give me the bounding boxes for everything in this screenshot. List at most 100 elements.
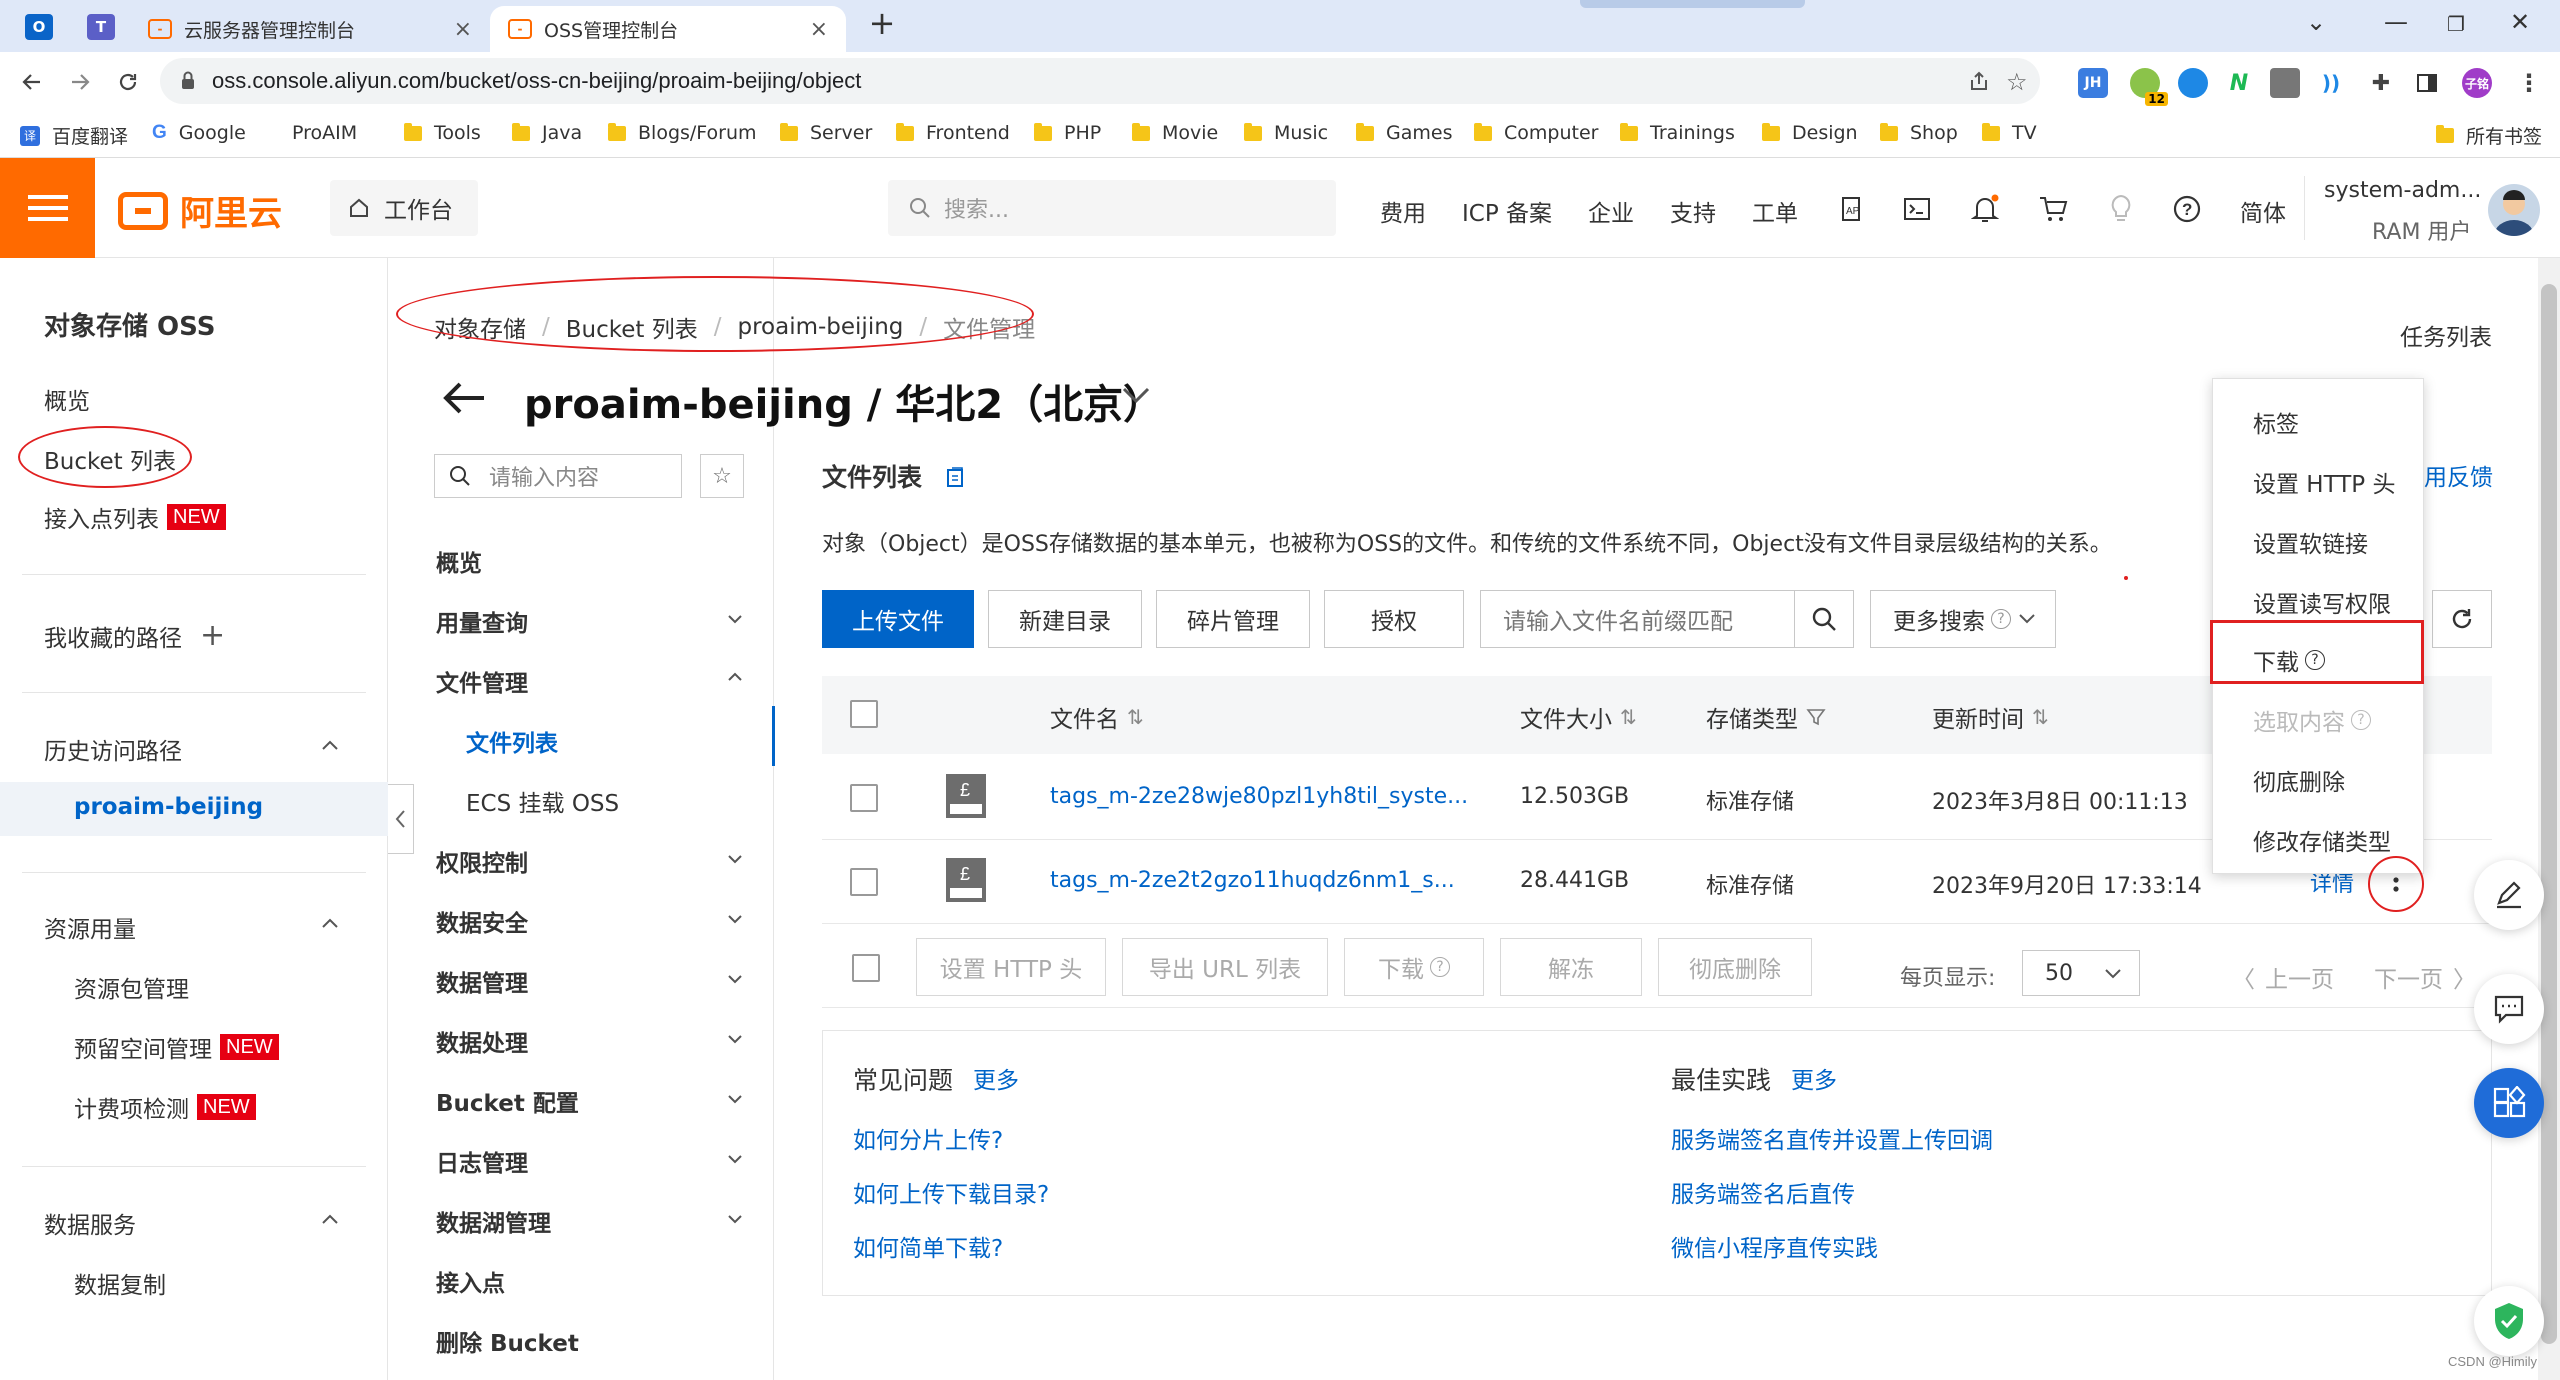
bookmark-folder-trainings[interactable]: Trainings — [1620, 122, 1735, 144]
search-button[interactable] — [1794, 590, 1854, 648]
chevron-down-icon[interactable] — [724, 848, 746, 870]
bookmark-folder-computer[interactable]: Computer — [1474, 122, 1598, 144]
file-name-link[interactable]: tags_m-2ze28wje80pzl1yh8til_syste... — [1050, 784, 1468, 809]
close-icon[interactable]: × — [810, 17, 828, 42]
col-storage-type[interactable]: 存储类型 — [1706, 700, 1826, 734]
cart-icon[interactable] — [2036, 192, 2070, 226]
nav-bucket-config[interactable]: Bucket 配置 — [436, 1084, 579, 1118]
notification-bell-icon[interactable] — [1968, 192, 2002, 226]
sidebar-item-reserved-space[interactable]: 预留空间管理 NEW — [74, 1030, 279, 1064]
bookmark-folder-movie[interactable]: Movie — [1132, 122, 1218, 144]
nav-data-security[interactable]: 数据安全 — [436, 904, 528, 938]
nav-support[interactable]: 支持 — [1670, 194, 1716, 228]
wifi-extension-icon[interactable]: )) — [2316, 68, 2346, 98]
scrollbar-thumb[interactable] — [2541, 284, 2557, 1344]
row-checkbox[interactable] — [850, 784, 878, 812]
bookmark-folder-music[interactable]: Music — [1244, 122, 1328, 144]
batch-delete-button[interactable]: 彻底删除 — [1658, 938, 1812, 996]
chevron-down-icon[interactable] — [724, 1088, 746, 1110]
share-icon[interactable] — [1968, 70, 1990, 92]
sidebar-item-billing-check[interactable]: 计费项检测 NEW — [74, 1090, 256, 1124]
authorize-button[interactable]: 授权 — [1324, 590, 1464, 648]
chevron-down-icon[interactable] — [724, 968, 746, 990]
chevron-up-icon[interactable] — [318, 734, 342, 758]
bookmark-folder-design[interactable]: Design — [1762, 122, 1858, 144]
tab-search-chevron-icon[interactable]: ⌄ — [2296, 8, 2336, 36]
api-icon[interactable]: AP — [1834, 192, 1868, 226]
profile-avatar[interactable]: 子铭 — [2462, 68, 2492, 98]
chevron-up-icon[interactable] — [724, 666, 746, 688]
sidebar-group-data-service[interactable]: 数据服务 — [44, 1206, 136, 1240]
col-filesize[interactable]: 文件大小 ⇅ — [1520, 700, 1637, 734]
sidebar-item-favorites[interactable]: 我收藏的路径 + — [44, 618, 225, 653]
sidepanel-icon[interactable] — [2412, 68, 2442, 98]
nav-ticket[interactable]: 工单 — [1752, 194, 1798, 228]
outlook-app-icon[interactable]: O — [22, 10, 56, 44]
prev-page-button[interactable]: 〈上一页 — [2232, 960, 2334, 994]
feedback-link[interactable]: 用反馈 — [2424, 458, 2493, 492]
forward-button[interactable] — [62, 64, 98, 100]
sort-icon[interactable]: ⇅ — [1620, 705, 1637, 729]
nav-icp[interactable]: ICP 备案 — [1462, 194, 1552, 228]
console-search-input[interactable]: 搜索... — [888, 180, 1336, 236]
sidebar-item-resource-pkg[interactable]: 资源包管理 — [74, 970, 189, 1004]
more-menu-icon[interactable]: ⋮ — [2514, 68, 2544, 98]
chevron-down-icon[interactable] — [724, 908, 746, 930]
terminal-icon[interactable] — [1900, 192, 1934, 226]
security-float-button[interactable] — [2474, 1286, 2544, 1356]
chevron-down-icon[interactable] — [724, 1208, 746, 1230]
sidebar-item-access-points[interactable]: 接入点列表 NEW — [44, 500, 226, 534]
per-page-select[interactable]: 50 — [2022, 950, 2140, 996]
minimize-button[interactable]: — — [2376, 8, 2416, 36]
reload-button[interactable] — [110, 64, 146, 100]
refresh-button[interactable] — [2432, 590, 2492, 648]
batch-http-header-button[interactable]: 设置 HTTP 头 — [916, 938, 1106, 996]
sidebar-item-overview[interactable]: 概览 — [44, 382, 90, 416]
upload-file-button[interactable]: 上传文件 — [822, 590, 974, 648]
bookmark-folder-blogs[interactable]: Blogs/Forum — [608, 122, 757, 144]
sort-icon[interactable]: ⇅ — [1127, 705, 1144, 729]
new-tab-button[interactable]: + — [862, 4, 902, 42]
task-list-link[interactable]: 任务列表 — [2400, 318, 2492, 352]
bookmark-folder-tools[interactable]: Tools — [404, 122, 481, 144]
faq-link[interactable]: 如何分片上传? — [853, 1121, 1003, 1155]
restore-button[interactable]: ❐ — [2436, 12, 2476, 36]
sidebar-group-resource-usage[interactable]: 资源用量 — [44, 910, 136, 944]
omnibox[interactable]: oss.console.aliyun.com/bucket/oss-cn-bei… — [160, 58, 2040, 104]
faq-link[interactable]: 如何简单下载? — [853, 1229, 1003, 1263]
best-practice-link[interactable]: 服务端签名后直传 — [1671, 1175, 1855, 1209]
breadcrumb-oss[interactable]: 对象存储 — [434, 310, 526, 344]
next-page-button[interactable]: 下一页〉 — [2374, 960, 2476, 994]
nav-permission[interactable]: 权限控制 — [436, 844, 528, 878]
sidebar-item-bucket-list[interactable]: Bucket 列表 — [44, 442, 176, 476]
clipboard-extension-icon[interactable] — [2270, 68, 2300, 98]
menu-item-download[interactable]: 下载 ? — [2253, 643, 2325, 677]
sort-icon[interactable]: ⇅ — [2032, 705, 2049, 729]
best-practice-link[interactable]: 微信小程序直传实践 — [1671, 1229, 1878, 1263]
best-practice-link[interactable]: 服务端签名直传并设置上传回调 — [1671, 1121, 1993, 1155]
back-arrow-icon[interactable] — [440, 378, 488, 418]
best-practice-more-link[interactable]: 更多 — [1791, 1061, 1837, 1095]
tab-strip-drag-handle[interactable] — [1580, 0, 1805, 8]
close-window-button[interactable]: ✕ — [2500, 8, 2540, 36]
batch-select-checkbox[interactable] — [852, 954, 880, 982]
nav-access-point[interactable]: 接入点 — [436, 1264, 505, 1298]
nav-data-management[interactable]: 数据管理 — [436, 964, 528, 998]
help-icon[interactable]: ? — [2170, 192, 2204, 226]
new-directory-button[interactable]: 新建目录 — [988, 590, 1142, 648]
puzzle-extensions-icon[interactable]: ✚ — [2366, 68, 2396, 98]
menu-item-symlink[interactable]: 设置软链接 — [2253, 525, 2368, 559]
nav-data-lake[interactable]: 数据湖管理 — [436, 1204, 551, 1238]
tab-oss-console[interactable]: - OSS管理控制台 × — [490, 6, 846, 52]
copy-icon[interactable] — [945, 466, 965, 488]
edit-float-button[interactable] — [2474, 860, 2544, 930]
col-filename[interactable]: 文件名 ⇅ — [1050, 700, 1144, 734]
bookmark-folder-server[interactable]: Server — [780, 122, 872, 144]
star-icon[interactable]: ☆ — [700, 454, 744, 498]
bookmark-baidu-translate[interactable]: 译 百度翻译 — [20, 122, 128, 149]
batch-unfreeze-button[interactable]: 解冻 — [1500, 938, 1642, 996]
url-text[interactable]: oss.console.aliyun.com/bucket/oss-cn-bei… — [212, 68, 861, 94]
bookmark-star-icon[interactable]: ☆ — [2006, 68, 2028, 96]
menu-item-tags[interactable]: 标签 — [2253, 405, 2299, 439]
bookmark-folder-frontend[interactable]: Frontend — [896, 122, 1010, 144]
